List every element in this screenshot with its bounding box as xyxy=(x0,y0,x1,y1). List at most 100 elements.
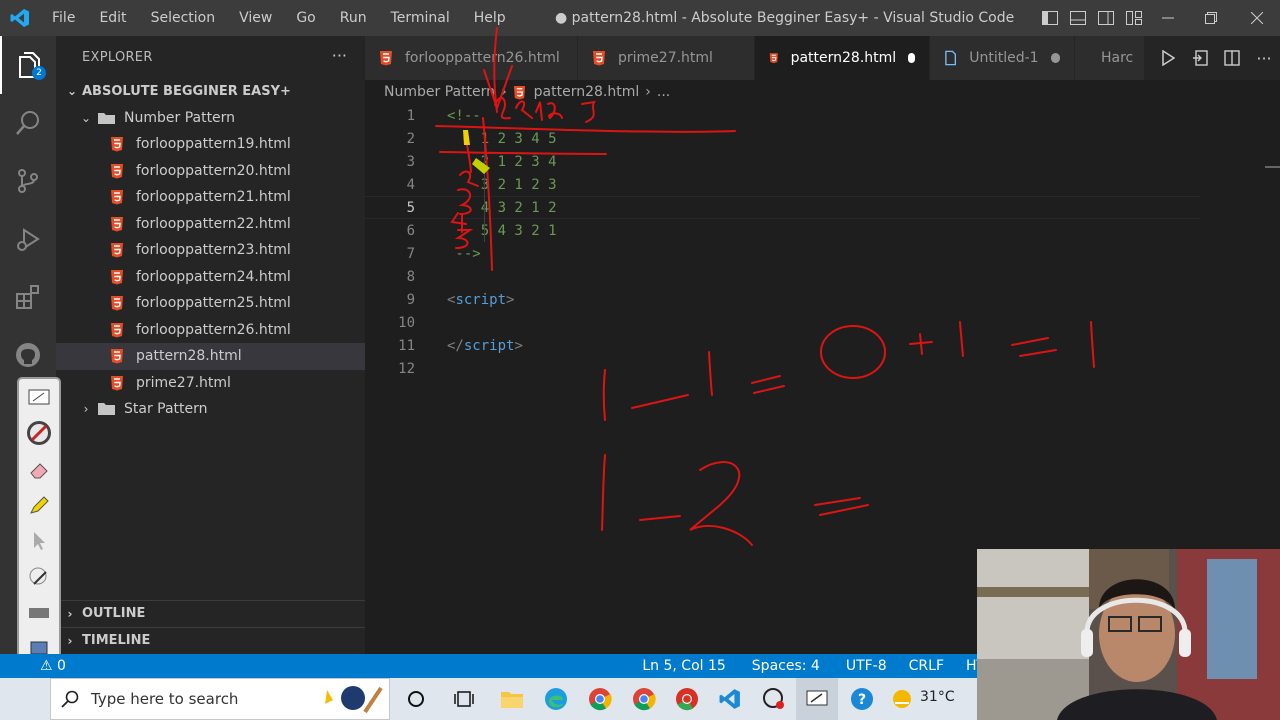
chrome-icon[interactable] xyxy=(586,685,614,713)
html5-icon xyxy=(111,349,123,364)
pen-color-icon[interactable] xyxy=(19,415,59,451)
menu-help[interactable]: Help xyxy=(462,0,518,36)
file-item[interactable]: forlooppattern20.html xyxy=(56,158,365,185)
encoding[interactable]: UTF-8 xyxy=(838,658,895,674)
cursor-position[interactable]: Ln 5, Col 15 xyxy=(634,658,733,674)
menu-edit[interactable]: Edit xyxy=(87,0,138,36)
file-label: forlooppattern23.html xyxy=(136,242,291,259)
toggle-panel-icon[interactable] xyxy=(1064,0,1092,36)
folder-open-icon xyxy=(98,112,115,124)
tab-prime27[interactable]: prime27.html xyxy=(578,36,755,80)
chrome-canary-icon[interactable] xyxy=(673,685,701,713)
workspace-root[interactable]: ⌄ ABSOLUTE BEGGINER EASY+ xyxy=(56,78,365,105)
code-text: 3 2 1 2 3 xyxy=(447,176,557,193)
eraser-icon[interactable] xyxy=(19,451,59,487)
folder-number-pattern[interactable]: ⌄ Number Pattern xyxy=(56,105,365,132)
chrome-profile-icon[interactable] xyxy=(630,685,658,713)
file-item[interactable]: forlooppattern22.html xyxy=(56,211,365,238)
extensions-icon[interactable] xyxy=(0,268,56,326)
unsaved-dot-icon[interactable] xyxy=(1050,53,1060,63)
open-preview-icon[interactable] xyxy=(1184,36,1216,80)
file-item[interactable]: forlooppattern25.html xyxy=(56,290,365,317)
vscode-taskbar-icon[interactable] xyxy=(716,685,744,713)
editor-actions: ··· xyxy=(1152,36,1280,80)
brush-icon[interactable] xyxy=(19,559,59,595)
file-item[interactable]: forlooppattern26.html xyxy=(56,317,365,344)
indentation[interactable]: Spaces: 4 xyxy=(744,658,828,674)
html5-icon xyxy=(111,190,123,205)
widgets-icon[interactable] xyxy=(450,685,478,713)
outline-section[interactable]: › OUTLINE xyxy=(56,600,365,626)
breadcrumb-symbols[interactable]: ... xyxy=(657,84,670,100)
file-item[interactable]: prime27.html xyxy=(56,370,365,397)
minimize-icon[interactable] xyxy=(1148,0,1188,36)
customize-layout-icon[interactable] xyxy=(1120,0,1148,36)
explorer-icon[interactable]: 2 xyxy=(0,36,56,94)
menu-terminal[interactable]: Terminal xyxy=(379,0,462,36)
code-line: 12 xyxy=(365,357,1200,380)
file-item[interactable]: pattern28.html xyxy=(56,343,365,370)
close-icon[interactable] xyxy=(1234,0,1280,36)
run-icon[interactable] xyxy=(1152,36,1184,80)
menu-go[interactable]: Go xyxy=(284,0,327,36)
search-highlight-icon xyxy=(325,686,383,714)
more-actions-icon[interactable]: ··· xyxy=(1248,36,1280,80)
split-editor-icon[interactable] xyxy=(1216,36,1248,80)
tab-untitled-1[interactable]: Untitled-1 xyxy=(930,36,1075,80)
code-line: 9 <script> xyxy=(365,288,1200,311)
task-view-icon[interactable] xyxy=(402,685,430,713)
unsaved-dot-icon[interactable] xyxy=(908,53,915,63)
timeline-section[interactable]: › TIMELINE xyxy=(56,627,365,653)
keyboard-icon[interactable] xyxy=(19,595,59,631)
pen-app-icon[interactable] xyxy=(796,678,838,720)
line-ending[interactable]: CRLF xyxy=(901,658,952,674)
breadcrumb-folder[interactable]: Number Pattern xyxy=(384,84,495,100)
problems-indicator[interactable]: ⚠ 0 xyxy=(40,658,66,674)
html5-icon xyxy=(111,375,123,391)
pointer-icon[interactable] xyxy=(19,523,59,559)
explorer-badge: 2 xyxy=(32,66,46,80)
github-icon[interactable] xyxy=(0,326,56,384)
menu-run[interactable]: Run xyxy=(328,0,379,36)
restore-icon[interactable] xyxy=(1188,0,1234,36)
toggle-sidebar-icon[interactable] xyxy=(1036,0,1064,36)
menu-file[interactable]: File xyxy=(40,0,87,36)
menu-view[interactable]: View xyxy=(227,0,284,36)
file-item[interactable]: forlooppattern21.html xyxy=(56,184,365,211)
code-text: <script> xyxy=(447,292,514,308)
tab-harc[interactable]: Harc xyxy=(1075,36,1145,80)
search-icon[interactable] xyxy=(0,94,56,152)
tab-forlooppattern26[interactable]: forlooppattern26.html xyxy=(365,36,578,80)
file-item[interactable]: forlooppattern24.html xyxy=(56,264,365,291)
html5-icon xyxy=(769,53,778,64)
taskbar-search[interactable]: Type here to search xyxy=(50,678,390,720)
explorer-sidebar: EXPLORER ··· ⌄ ABSOLUTE BEGGINER EASY+ ⌄… xyxy=(56,36,365,654)
file-label: prime27.html xyxy=(136,374,231,391)
line-number: 5 xyxy=(406,199,415,216)
file-explorer-icon[interactable] xyxy=(498,685,526,713)
source-control-icon[interactable] xyxy=(0,152,56,210)
breadcrumb-file[interactable]: pattern28.html xyxy=(534,84,640,100)
toggle-secondary-sidebar-icon[interactable] xyxy=(1092,0,1120,36)
whiteboard-icon[interactable] xyxy=(19,379,59,415)
breadcrumb: Number Pattern › pattern28.html › ... xyxy=(384,80,676,104)
file-icon xyxy=(945,50,956,66)
html5-icon xyxy=(111,216,123,232)
html5-icon xyxy=(111,163,123,179)
help-icon[interactable]: ? xyxy=(848,685,876,713)
highlighter-icon[interactable] xyxy=(19,487,59,523)
code-text: <!-- xyxy=(447,107,481,124)
file-item[interactable]: forlooppattern23.html xyxy=(56,237,365,264)
folder-star-pattern[interactable]: › Star Pattern xyxy=(56,396,365,423)
tab-pattern28[interactable]: pattern28.html xyxy=(755,36,930,80)
file-item[interactable]: forlooppattern19.html xyxy=(56,131,365,158)
recorder-icon[interactable] xyxy=(760,685,788,713)
line-number: 1 xyxy=(406,107,415,124)
edge-icon[interactable] xyxy=(542,685,570,713)
file-label: forlooppattern24.html xyxy=(136,268,291,285)
more-actions-icon[interactable]: ··· xyxy=(332,46,347,65)
run-debug-icon[interactable] xyxy=(0,210,56,268)
tag-bracket: > xyxy=(506,291,515,308)
tag-bracket: </ xyxy=(447,337,464,354)
menu-selection[interactable]: Selection xyxy=(139,0,228,36)
